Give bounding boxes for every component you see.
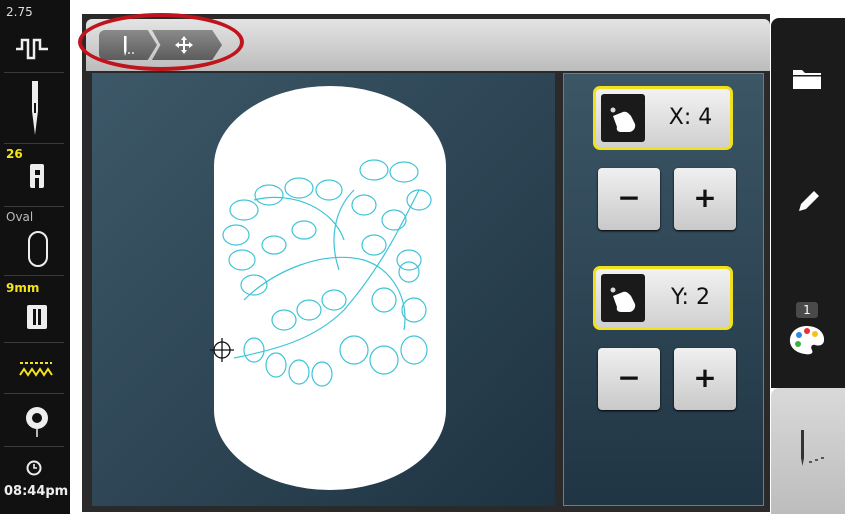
- x-increase-button[interactable]: +: [674, 168, 736, 230]
- edit-pencil-icon[interactable]: [796, 188, 822, 214]
- feed-dog-cell[interactable]: [4, 343, 64, 394]
- y-increase-button[interactable]: +: [674, 348, 736, 410]
- x-position-field[interactable]: X: 4: [593, 86, 733, 150]
- touch-hand-icon: [601, 274, 645, 322]
- quilt-stitch-tab-icon: [801, 430, 824, 466]
- hoop-icon: [28, 231, 48, 267]
- feed-dog-icon: [19, 362, 53, 377]
- y-position-field[interactable]: Y: 2: [593, 266, 733, 330]
- folder-icon[interactable]: [792, 66, 822, 90]
- clock-cell: 08:44pm: [4, 448, 68, 512]
- needle-cell[interactable]: [4, 73, 64, 144]
- y-decrease-button[interactable]: −: [598, 348, 660, 410]
- y-position-value: Y: 2: [671, 285, 710, 310]
- color-count-badge: 1: [796, 302, 818, 318]
- stitch-mode-tab[interactable]: [771, 388, 845, 514]
- presser-foot-number: 26: [6, 147, 23, 161]
- color-palette-icon[interactable]: [788, 324, 826, 356]
- stitch-length-cell[interactable]: 2.75: [4, 2, 64, 73]
- x-decrease-button[interactable]: −: [598, 168, 660, 230]
- presser-foot-cell[interactable]: 26: [4, 144, 64, 207]
- touch-hand-icon: [601, 94, 645, 142]
- needle-position-crosshair-icon: [210, 338, 234, 362]
- clock-time: 08:44pm: [4, 484, 69, 499]
- needle-icon: [32, 81, 38, 135]
- needle-plate-size: 9mm: [6, 281, 40, 295]
- status-sidebar: 2.75 26 Oval 9mm 08:44pm: [0, 0, 70, 514]
- needle-plate-cell[interactable]: 9mm: [4, 276, 64, 343]
- stitch-length-icon: [16, 38, 48, 60]
- stitch-length-value: 2.75: [6, 5, 33, 19]
- annotation-highlight-ring: [78, 13, 244, 71]
- bobbin-cell[interactable]: [4, 394, 64, 447]
- hoop-cell[interactable]: Oval: [4, 207, 64, 276]
- bobbin-icon: [26, 407, 48, 437]
- hoop-name: Oval: [6, 210, 34, 224]
- clock-icon: [26, 460, 42, 476]
- stitch-plate-icon: [27, 305, 47, 329]
- presser-foot-icon: [30, 164, 44, 188]
- x-position-value: X: 4: [668, 105, 713, 130]
- feather-stitch-pattern: [222, 159, 432, 387]
